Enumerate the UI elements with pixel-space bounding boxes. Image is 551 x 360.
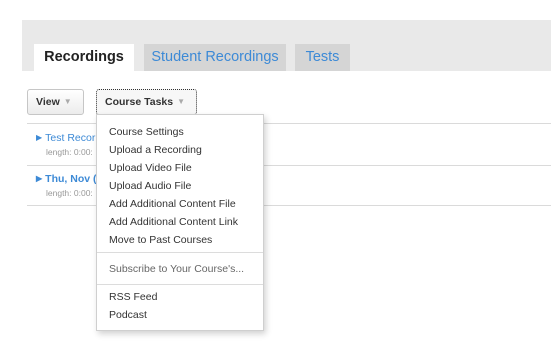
tab-student-recordings[interactable]: Student Recordings	[144, 44, 286, 71]
chevron-down-icon: ▼	[63, 97, 72, 106]
menu-item-podcast[interactable]: Podcast	[109, 309, 147, 321]
recording-title-link[interactable]: ▶ Test Recor	[36, 132, 95, 144]
course-tasks-button-label: Course Tasks	[105, 96, 174, 108]
menu-divider	[97, 284, 263, 285]
recording-list-item: ▶ Thu, Nov ( length: 0:00:	[36, 173, 96, 198]
view-button-label: View	[36, 96, 60, 108]
recording-length: length: 0:00:	[46, 147, 93, 157]
recording-title-text: Test Recor	[45, 132, 96, 144]
menu-divider	[97, 252, 263, 253]
menu-item-rss-feed[interactable]: RSS Feed	[109, 291, 157, 303]
recording-length: length: 0:00:	[46, 188, 93, 198]
menu-item-course-settings[interactable]: Course Settings	[109, 126, 184, 138]
expand-triangle-icon[interactable]: ▶	[36, 174, 42, 183]
menu-item-upload-recording[interactable]: Upload a Recording	[109, 144, 202, 156]
menu-item-upload-video[interactable]: Upload Video File	[109, 162, 192, 174]
chevron-down-icon: ▼	[177, 97, 186, 106]
menu-item-add-content-link[interactable]: Add Additional Content Link	[109, 216, 238, 228]
menu-item-move-to-past-courses[interactable]: Move to Past Courses	[109, 234, 212, 246]
expand-triangle-icon[interactable]: ▶	[36, 133, 42, 142]
menu-item-add-content-file[interactable]: Add Additional Content File	[109, 198, 236, 210]
tab-recordings[interactable]: Recordings	[34, 44, 134, 71]
recording-title-link[interactable]: ▶ Thu, Nov (	[36, 173, 96, 185]
menu-item-upload-audio[interactable]: Upload Audio File	[109, 180, 191, 192]
course-tasks-dropdown-button[interactable]: Course Tasks ▼	[96, 89, 197, 115]
menu-item-subscribe[interactable]: Subscribe to Your Course's...	[109, 263, 244, 275]
view-dropdown-button[interactable]: View ▼	[27, 89, 84, 115]
course-tasks-menu: Course Settings Upload a Recording Uploa…	[96, 114, 264, 331]
recording-list-item: ▶ Test Recor length: 0:00:	[36, 132, 95, 157]
tab-tests[interactable]: Tests	[295, 44, 350, 71]
recording-title-text: Thu, Nov (	[45, 173, 97, 185]
